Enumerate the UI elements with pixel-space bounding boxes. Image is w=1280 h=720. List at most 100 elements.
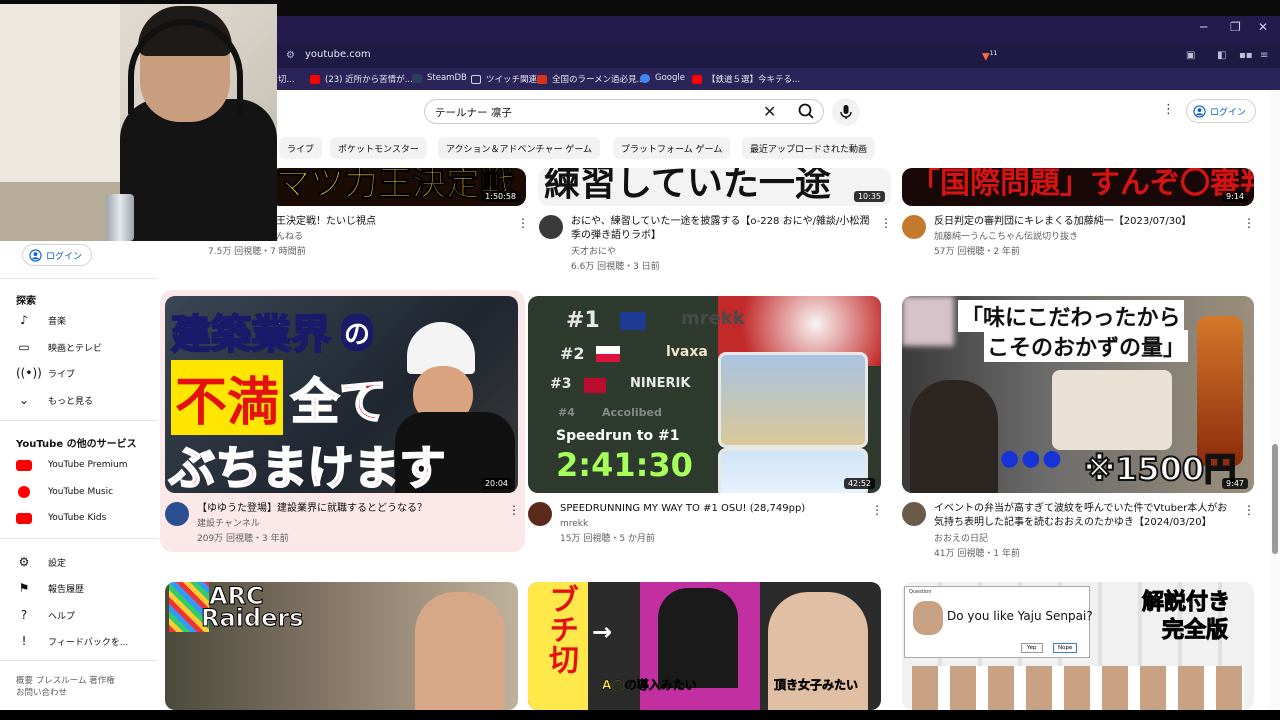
video-menu-icon[interactable]: ⋮ <box>880 216 892 230</box>
sidebar-item-movies[interactable]: ▭ 映画とテレビ <box>16 337 156 357</box>
video-menu-icon[interactable]: ⋮ <box>871 503 883 517</box>
video-thumbnail[interactable]: 練習していた一途 10:35 <box>538 168 891 206</box>
video-meta: 15万 回視聴・5 か月前 <box>560 534 655 544</box>
player-name: mrekk <box>681 308 745 329</box>
footer-links[interactable]: 概要 プレスルーム 著作権 <box>16 674 115 686</box>
channel-avatar[interactable] <box>539 215 563 239</box>
chip-action-adventure[interactable]: アクション＆アドベンチャー ゲーム <box>438 137 601 159</box>
video-title[interactable]: イベントの弁当が高すぎて波紋を呼んでいた件でVtuber本人がお気持ち表明した記… <box>934 502 1234 530</box>
ramen-favicon-icon <box>537 74 547 84</box>
video-thumbnail[interactable]: ARC Raiders <box>165 582 518 710</box>
bookmark-label: Google <box>655 73 685 83</box>
site-info-icon[interactable]: ⚙ <box>286 50 295 61</box>
minimize-icon[interactable]: ─ <box>1200 20 1207 34</box>
search-box[interactable]: テールナー 凛子 ✕ <box>424 99 824 124</box>
close-window-icon[interactable]: ✕ <box>1258 20 1268 34</box>
bookmark-label: SteamDB <box>427 73 467 83</box>
video-title[interactable]: 王決定戦！たいじ視点 <box>276 215 516 229</box>
live-icon: ((•)) <box>16 366 42 380</box>
video-meta: 6.6万 回視聴・3 日前 <box>571 262 660 272</box>
sidebar-item-label: ヘルプ <box>48 611 76 622</box>
video-channel[interactable]: おおえの日記 <box>934 532 988 546</box>
bookmark-item[interactable]: 全国のラーメン過必見... <box>537 73 645 85</box>
sidebar-item-feedback[interactable]: ! フィードバックを... <box>16 631 156 651</box>
video-title[interactable]: SPEEDRUNNING MY WAY TO #1 OSU! (28,749pp… <box>560 502 860 516</box>
video-duration: 9:14 <box>1222 191 1248 202</box>
search-button[interactable] <box>793 101 821 122</box>
video-meta: 209万 回視聴・3 年前 <box>197 534 289 544</box>
video-duration: 42:52 <box>843 478 875 489</box>
channel-avatar[interactable] <box>902 502 926 526</box>
video-channel[interactable]: んねる <box>276 230 303 244</box>
video-menu-icon[interactable]: ⋮ <box>508 503 520 517</box>
signin-button[interactable]: ログイン <box>1186 99 1256 123</box>
footer-contact[interactable]: お問い合わせ <box>16 686 67 698</box>
clear-search-icon[interactable]: ✕ <box>763 102 776 121</box>
video-thumbnail[interactable]: #1 mrekk #2 lvaxa #3 NINERIK #4 Accolibe… <box>528 296 881 493</box>
video-channel[interactable]: 加藤純一うんこちゃん伝説切り抜き <box>934 230 1078 244</box>
video-menu-icon[interactable]: ⋮ <box>517 216 529 230</box>
chevron-down-icon: ⌄ <box>18 393 30 407</box>
chip-recent[interactable]: 最近アップロードされた動画 <box>742 137 876 159</box>
video-thumbnail[interactable]: 建築業界 の 不満 全て ぶちまけます 20:04 <box>165 296 518 493</box>
channel-avatar[interactable] <box>165 502 189 526</box>
bookmark-item[interactable]: (23) 近所から苦情が... <box>310 73 413 85</box>
address-url[interactable]: youtube.com <box>305 49 371 60</box>
video-channel[interactable]: mrekk <box>560 517 588 531</box>
bookmark-item[interactable]: SteamDB <box>412 73 467 83</box>
sidebar-item-help[interactable]: ? ヘルプ <box>16 605 156 625</box>
chip-live[interactable]: ライブ <box>279 137 323 159</box>
sidebar-item-premium[interactable]: YouTube Premium <box>16 455 156 475</box>
video-menu-icon[interactable]: ⋮ <box>1243 216 1255 230</box>
rank-label: #3 <box>550 376 572 392</box>
thumbnail-text: 完全版 <box>1161 618 1229 644</box>
channel-avatar[interactable] <box>902 215 926 239</box>
more-options-icon[interactable]: ⋮ <box>1162 102 1175 117</box>
bookmark-prefix[interactable]: 切... <box>278 73 295 85</box>
sidebar-item-label: ライブ <box>48 369 76 380</box>
video-thumbnail[interactable]: Question Do you like Yaju Senpai? Yep No… <box>902 582 1254 710</box>
video-menu-icon[interactable]: ⋮ <box>1243 503 1255 517</box>
bookmark-item[interactable]: ツイッチ関連 <box>471 73 537 85</box>
webcam-desk <box>0 182 120 241</box>
video-thumbnail[interactable]: 「国際問題」すんぞ〇審判 9:14 <box>902 168 1254 206</box>
brave-shield-icon[interactable]: ▼11 <box>982 50 997 62</box>
extension-icon[interactable]: ▪▪ <box>1239 50 1253 61</box>
video-channel[interactable]: 天才おにや <box>571 245 616 259</box>
page-scrollbar[interactable] <box>1270 90 1280 710</box>
maximize-icon[interactable]: ❐ <box>1230 20 1241 34</box>
dialog-question: Do you like Yaju Senpai? <box>947 609 1093 623</box>
voice-search-button[interactable] <box>832 98 860 126</box>
video-thumbnail[interactable]: マツ力王決定戦 1:50:58 <box>270 168 526 206</box>
scrollbar-thumb[interactable] <box>1272 444 1278 554</box>
sidebar-item-report-history[interactable]: ⚑ 報告履歴 <box>16 578 156 598</box>
player-name: Accolibed <box>602 406 662 419</box>
sidebar-item-live[interactable]: ((•)) ライブ <box>16 363 156 383</box>
flag-norway-icon <box>584 378 606 393</box>
sidebar-item-music-app[interactable]: YouTube Music <box>16 482 156 502</box>
sidebar-item-music[interactable]: ♪ 音楽 <box>16 310 156 330</box>
dialog-window: Question Do you like Yaju Senpai? Yep No… <box>904 586 1093 658</box>
channel-avatar[interactable] <box>528 502 552 526</box>
sidebar-item-more[interactable]: ⌄ もっと見る <box>16 390 156 410</box>
tabs-icon[interactable]: ▣ <box>1186 50 1195 61</box>
sidebar-item-settings[interactable]: ⚙ 設定 <box>16 552 156 572</box>
sidebar-toggle-icon[interactable]: ◧ <box>1217 50 1226 61</box>
video-title[interactable]: おにや、練習していた一途を披露する【o-228 おにや/雑談/小松潤季の弾き語り… <box>571 215 871 243</box>
video-thumbnail[interactable]: ブチ切 → A◯の導入みたい 頂き女子みたい <box>528 582 881 710</box>
sidebar-signin-button[interactable]: ログイン <box>22 244 92 266</box>
bookmark-item[interactable]: 【鉄道５選】今キテる... <box>692 73 800 85</box>
bookmark-item[interactable]: Google <box>640 73 685 83</box>
rank-label: #4 <box>558 406 575 419</box>
video-title[interactable]: 反日判定の審判団にキレまくる加藤純一【2023/07/30】 <box>934 215 1234 229</box>
video-thumbnail[interactable]: 「味にこだわったから こそのおかずの量」 ●●● ※1500円 9:47 <box>902 296 1254 493</box>
folder-icon <box>471 74 481 84</box>
search-input[interactable]: テールナー 凛子 <box>435 105 512 120</box>
thumbnail-text: マツ力王決定戦 <box>276 168 515 205</box>
video-channel[interactable]: 建設チャンネル <box>197 517 260 531</box>
menu-icon[interactable]: ≡ <box>1260 50 1268 61</box>
sidebar-item-kids[interactable]: YouTube Kids <box>16 508 156 528</box>
video-title[interactable]: 【ゆゆうた登場】建設業界に就職するとどうなる？ <box>197 502 497 516</box>
chip-pokemon[interactable]: ポケットモンスター <box>330 137 427 159</box>
chip-platform[interactable]: プラットフォーム ゲーム <box>613 137 731 159</box>
